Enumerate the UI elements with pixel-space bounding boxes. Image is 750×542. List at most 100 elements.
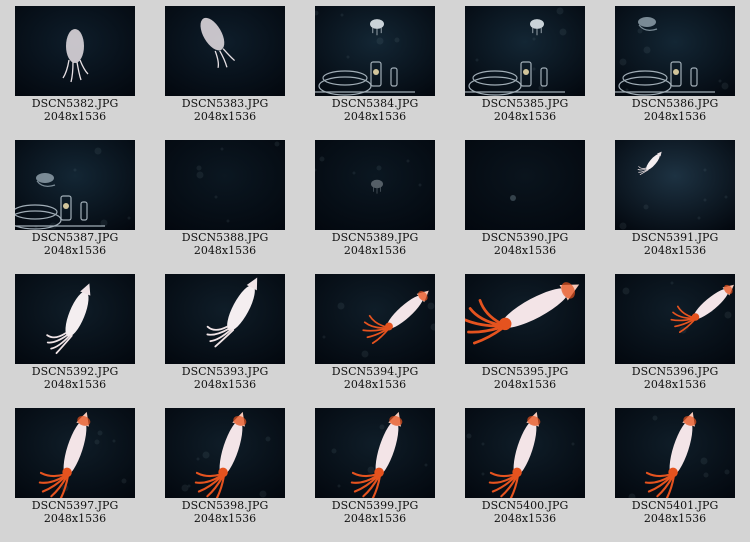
photo-white-squid xyxy=(165,274,285,364)
thumbnail-image[interactable] xyxy=(15,274,135,364)
thumbnail-image[interactable] xyxy=(615,408,735,498)
thumbnail-image[interactable] xyxy=(615,6,735,96)
thumbnail-item[interactable]: DSCN5386.JPG 2048x1536 xyxy=(600,6,750,126)
thumbnail-item[interactable]: DSCN5397.JPG 2048x1536 xyxy=(0,408,150,528)
thumbnail-filename[interactable]: DSCN5396.JPG xyxy=(600,365,750,378)
thumbnail-filename[interactable]: DSCN5401.JPG xyxy=(600,499,750,512)
thumbnail-dimensions: 2048x1536 xyxy=(43,512,107,525)
photo-red-squid xyxy=(615,274,735,364)
thumbnail-grid: DSCN5382.JPG 2048x1536 DSCN5383.JPG 2048x1… xyxy=(0,0,750,542)
thumbnail-image[interactable] xyxy=(165,140,285,230)
thumbnail-dimensions: 2048x1536 xyxy=(343,378,407,391)
photo-small-squid-pale xyxy=(15,6,135,96)
photo-jellyfish-and-apparatus xyxy=(315,6,435,96)
thumbnail-item[interactable]: DSCN5400.JPG 2048x1536 xyxy=(450,408,600,528)
thumbnail-dimensions: 2048x1536 xyxy=(643,110,707,123)
thumbnail-image[interactable] xyxy=(15,408,135,498)
thumbnail-item[interactable]: DSCN5390.JPG 2048x1536 xyxy=(450,140,600,260)
photo-red-squid-vertical xyxy=(15,408,135,498)
thumbnail-filename[interactable]: DSCN5384.JPG xyxy=(300,97,450,110)
thumbnail-image[interactable] xyxy=(615,274,735,364)
photo-dark-faint-speck xyxy=(465,140,585,230)
thumbnail-filename[interactable]: DSCN5398.JPG xyxy=(150,499,300,512)
photo-red-squid-vertical xyxy=(165,408,285,498)
thumbnail-dimensions: 2048x1536 xyxy=(193,378,257,391)
thumbnail-item[interactable]: DSCN5388.JPG 2048x1536 xyxy=(150,140,300,260)
thumbnail-image[interactable] xyxy=(465,408,585,498)
thumbnail-dimensions: 2048x1536 xyxy=(493,512,557,525)
thumbnail-filename[interactable]: DSCN5385.JPG xyxy=(450,97,600,110)
thumbnail-dimensions: 2048x1536 xyxy=(343,110,407,123)
thumbnail-filename[interactable]: DSCN5387.JPG xyxy=(0,231,150,244)
thumbnail-dimensions: 2048x1536 xyxy=(193,110,257,123)
thumbnail-image[interactable] xyxy=(615,140,735,230)
thumbnail-dimensions: 2048x1536 xyxy=(643,378,707,391)
thumbnail-filename[interactable]: DSCN5388.JPG xyxy=(150,231,300,244)
thumbnail-dimensions: 2048x1536 xyxy=(343,512,407,525)
thumbnail-filename[interactable]: DSCN5395.JPG xyxy=(450,365,600,378)
thumbnail-dimensions: 2048x1536 xyxy=(43,110,107,123)
thumbnail-image[interactable] xyxy=(315,6,435,96)
photo-jellyfish-and-apparatus xyxy=(465,6,585,96)
thumbnail-filename[interactable]: DSCN5397.JPG xyxy=(0,499,150,512)
thumbnail-item[interactable]: DSCN5384.JPG 2048x1536 xyxy=(300,6,450,126)
thumbnail-filename[interactable]: DSCN5390.JPG xyxy=(450,231,600,244)
photo-white-squid xyxy=(15,274,135,364)
thumbnail-dimensions: 2048x1536 xyxy=(643,244,707,257)
thumbnail-item[interactable]: DSCN5385.JPG 2048x1536 xyxy=(450,6,600,126)
thumbnail-image[interactable] xyxy=(465,140,585,230)
thumbnail-image[interactable] xyxy=(315,408,435,498)
photo-dark-faint-jelly xyxy=(315,140,435,230)
thumbnail-image[interactable] xyxy=(15,6,135,96)
thumbnail-dimensions: 2048x1536 xyxy=(493,244,557,257)
photo-ghost-and-apparatus xyxy=(15,140,135,230)
photo-ghost-and-apparatus xyxy=(615,6,735,96)
thumbnail-filename[interactable]: DSCN5400.JPG xyxy=(450,499,600,512)
thumbnail-filename[interactable]: DSCN5392.JPG xyxy=(0,365,150,378)
thumbnail-item[interactable]: DSCN5394.JPG 2048x1536 xyxy=(300,274,450,394)
thumbnail-dimensions: 2048x1536 xyxy=(43,378,107,391)
thumbnail-image[interactable] xyxy=(165,274,285,364)
photo-red-squid-vertical xyxy=(315,408,435,498)
photo-red-squid-vertical xyxy=(615,408,735,498)
thumbnail-item[interactable]: DSCN5399.JPG 2048x1536 xyxy=(300,408,450,528)
thumbnail-item[interactable]: DSCN5395.JPG 2048x1536 xyxy=(450,274,600,394)
thumbnail-item[interactable]: DSCN5391.JPG 2048x1536 xyxy=(600,140,750,260)
thumbnail-dimensions: 2048x1536 xyxy=(493,378,557,391)
thumbnail-filename[interactable]: DSCN5382.JPG xyxy=(0,97,150,110)
thumbnail-filename[interactable]: DSCN5394.JPG xyxy=(300,365,450,378)
thumbnail-image[interactable] xyxy=(165,408,285,498)
thumbnail-filename[interactable]: DSCN5383.JPG xyxy=(150,97,300,110)
thumbnail-dimensions: 2048x1536 xyxy=(43,244,107,257)
thumbnail-item[interactable]: DSCN5401.JPG 2048x1536 xyxy=(600,408,750,528)
thumbnail-dimensions: 2048x1536 xyxy=(193,512,257,525)
thumbnail-image[interactable] xyxy=(315,140,435,230)
thumbnail-image[interactable] xyxy=(15,140,135,230)
thumbnail-item[interactable]: DSCN5387.JPG 2048x1536 xyxy=(0,140,150,260)
photo-red-squid-large xyxy=(465,274,585,364)
thumbnail-filename[interactable]: DSCN5386.JPG xyxy=(600,97,750,110)
thumbnail-item[interactable]: DSCN5393.JPG 2048x1536 xyxy=(150,274,300,394)
photo-small-squid-pale xyxy=(165,6,285,96)
thumbnail-dimensions: 2048x1536 xyxy=(493,110,557,123)
photo-tiny-white-squid xyxy=(615,140,735,230)
thumbnail-dimensions: 2048x1536 xyxy=(643,512,707,525)
photo-red-squid xyxy=(315,274,435,364)
photo-dark-water xyxy=(165,140,285,230)
thumbnail-filename[interactable]: DSCN5399.JPG xyxy=(300,499,450,512)
thumbnail-image[interactable] xyxy=(465,274,585,364)
thumbnail-image[interactable] xyxy=(465,6,585,96)
thumbnail-item[interactable]: DSCN5396.JPG 2048x1536 xyxy=(600,274,750,394)
thumbnail-filename[interactable]: DSCN5391.JPG xyxy=(600,231,750,244)
thumbnail-item[interactable]: DSCN5389.JPG 2048x1536 xyxy=(300,140,450,260)
photo-red-squid-vertical xyxy=(465,408,585,498)
thumbnail-item[interactable]: DSCN5392.JPG 2048x1536 xyxy=(0,274,150,394)
thumbnail-image[interactable] xyxy=(315,274,435,364)
thumbnail-item[interactable]: DSCN5382.JPG 2048x1536 xyxy=(0,6,150,126)
thumbnail-filename[interactable]: DSCN5393.JPG xyxy=(150,365,300,378)
thumbnail-filename[interactable]: DSCN5389.JPG xyxy=(300,231,450,244)
thumbnail-item[interactable]: DSCN5383.JPG 2048x1536 xyxy=(150,6,300,126)
thumbnail-dimensions: 2048x1536 xyxy=(193,244,257,257)
thumbnail-item[interactable]: DSCN5398.JPG 2048x1536 xyxy=(150,408,300,528)
thumbnail-image[interactable] xyxy=(165,6,285,96)
